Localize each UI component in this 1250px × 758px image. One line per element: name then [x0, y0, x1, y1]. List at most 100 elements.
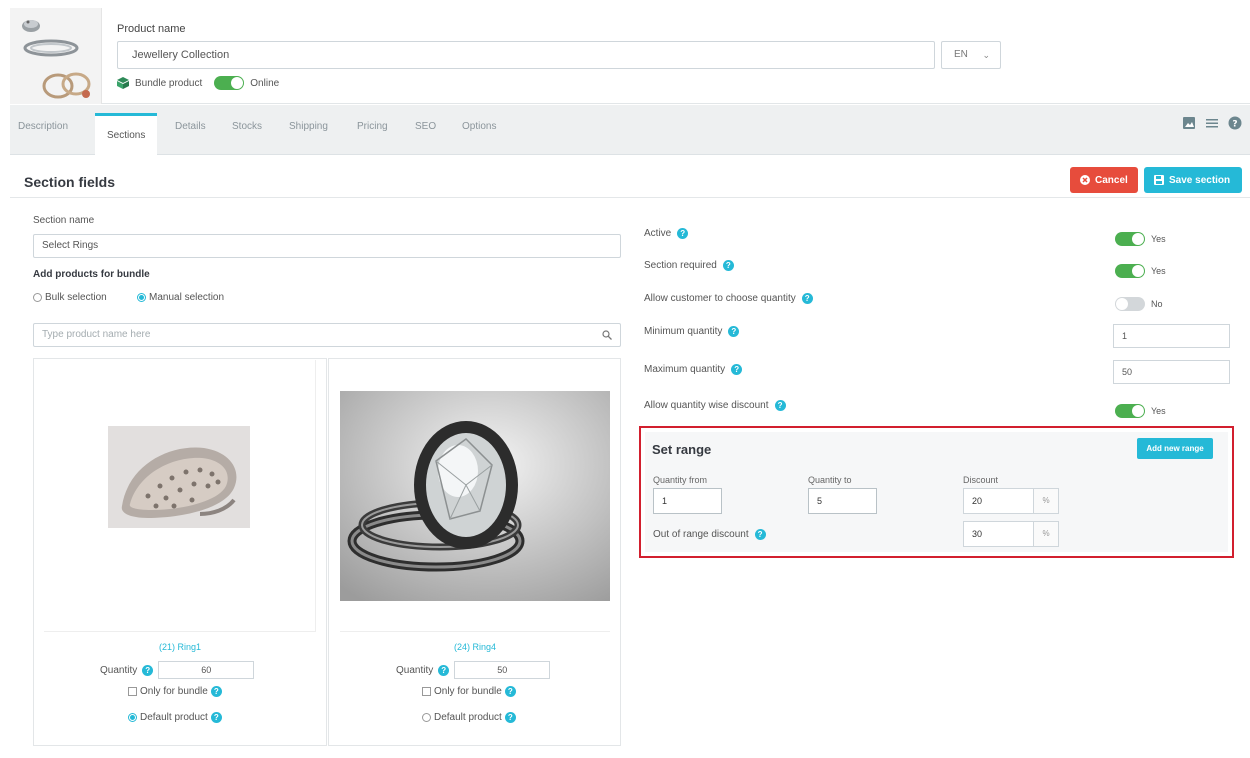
section-name-label: Section name: [33, 215, 95, 226]
help-icon[interactable]: ?: [438, 664, 450, 676]
image-icon[interactable]: [1182, 116, 1196, 130]
thumbnail-1[interactable]: [20, 14, 42, 34]
percent-addon: %: [1034, 489, 1058, 513]
active-value: Yes: [1151, 234, 1166, 244]
product-link[interactable]: (21) Ring1: [44, 642, 316, 652]
product-search-input[interactable]: Type product name here: [33, 323, 621, 347]
choose-quantity-value: No: [1151, 299, 1163, 309]
bulk-selection-radio[interactable]: Bulk selection: [33, 292, 107, 303]
tab-pricing[interactable]: Pricing: [357, 121, 388, 132]
help-icon[interactable]: ?: [677, 228, 689, 239]
save-section-button[interactable]: Save section: [1144, 167, 1242, 193]
help-icon[interactable]: ?: [210, 686, 222, 697]
thumbnail-3[interactable]: [40, 68, 96, 102]
bundle-icon: [117, 77, 129, 89]
tab-description[interactable]: Description: [18, 121, 68, 132]
quantity-input[interactable]: 60: [158, 661, 255, 679]
list-icon[interactable]: [1205, 116, 1219, 130]
save-icon: [1154, 175, 1164, 185]
help-icon[interactable]: ?: [722, 260, 734, 271]
quantity-discount-toggle-row: Yes: [1115, 404, 1166, 418]
default-product-radio[interactable]: Default product ?: [422, 712, 516, 723]
help-icon[interactable]: ?: [210, 712, 222, 723]
section-name-input[interactable]: Select Rings: [33, 234, 621, 258]
product-type-row: Bundle product Online: [117, 74, 279, 92]
out-of-range-input[interactable]: 30 %: [963, 521, 1059, 547]
tab-shipping[interactable]: Shipping: [289, 121, 328, 132]
percent-addon: %: [1034, 522, 1058, 546]
active-toggle-row: Yes: [1115, 232, 1166, 246]
help-circle-icon[interactable]: ?: [1228, 116, 1242, 130]
section-required-label: Section required: [644, 260, 717, 271]
help-icon[interactable]: ?: [801, 293, 813, 304]
help-icon[interactable]: ?: [504, 686, 516, 697]
online-label: Online: [250, 77, 280, 89]
only-bundle-label: Only for bundle: [434, 686, 502, 697]
only-bundle-checkbox[interactable]: Only for bundle ?: [422, 686, 516, 697]
only-bundle-label: Only for bundle: [140, 686, 208, 697]
radio-dot: [33, 293, 42, 302]
tab-options[interactable]: Options: [462, 121, 496, 132]
product-name-label: Product name: [117, 23, 186, 35]
quantity-label: Quantity: [396, 664, 434, 676]
choose-quantity-toggle[interactable]: [1115, 297, 1145, 311]
only-bundle-checkbox[interactable]: Only for bundle ?: [128, 686, 222, 697]
default-product-radio[interactable]: Default product ?: [128, 712, 222, 723]
quantity-discount-value: Yes: [1151, 406, 1166, 416]
radio-dot: [422, 713, 431, 722]
tab-sections[interactable]: Sections: [95, 113, 158, 156]
section-required-value: Yes: [1151, 266, 1166, 276]
product-thumbnails: [10, 8, 102, 104]
section-required-toggle[interactable]: [1115, 264, 1145, 278]
max-quantity-input[interactable]: 50: [1113, 360, 1230, 384]
quantity-label: Quantity: [100, 664, 138, 676]
tab-seo[interactable]: SEO: [415, 121, 436, 132]
tab-details[interactable]: Details: [175, 121, 206, 132]
quantity-from-input[interactable]: 1: [653, 488, 722, 514]
save-label: Save section: [1169, 174, 1231, 186]
product-image-ring4[interactable]: [340, 391, 610, 601]
quantity-to-input[interactable]: 5: [808, 488, 877, 514]
radio-dot: [128, 713, 137, 722]
online-toggle[interactable]: [214, 76, 245, 90]
language-value: EN: [954, 49, 968, 60]
thumbnail-2[interactable]: [22, 38, 80, 58]
chevron-down-icon: ⌄: [982, 50, 990, 60]
tab-stocks[interactable]: Stocks: [232, 121, 262, 132]
discount-label: Discount: [963, 475, 999, 485]
min-quantity-row: Minimum quantity ?: [644, 326, 740, 337]
cancel-label: Cancel: [1095, 174, 1128, 186]
out-of-range-value: 30: [964, 522, 1034, 546]
quantity-discount-toggle[interactable]: [1115, 404, 1145, 418]
active-toggle[interactable]: [1115, 232, 1145, 246]
search-icon: [602, 330, 612, 340]
quantity-discount-label: Allow quantity wise discount: [644, 400, 769, 411]
product-link[interactable]: (24) Ring4: [340, 642, 610, 652]
radio-dot: [137, 293, 146, 302]
discount-value: 20: [964, 489, 1034, 513]
quantity-input[interactable]: 50: [454, 661, 551, 679]
cancel-button[interactable]: Cancel: [1070, 167, 1138, 193]
product-name-input[interactable]: Jewellery Collection: [117, 41, 935, 69]
min-quantity-input[interactable]: 1: [1113, 324, 1230, 348]
out-of-range-row: Out of range discount ?: [653, 529, 766, 540]
section-header: [10, 166, 1250, 198]
max-quantity-row: Maximum quantity ?: [644, 364, 743, 375]
language-select[interactable]: EN ⌄: [941, 41, 1001, 69]
discount-input[interactable]: 20 %: [963, 488, 1059, 514]
add-new-range-button[interactable]: Add new range: [1137, 438, 1213, 459]
manual-selection-radio[interactable]: Manual selection: [137, 292, 224, 303]
product-image-ring1[interactable]: [108, 426, 250, 528]
help-icon[interactable]: ?: [754, 529, 766, 540]
active-label-row: Active ?: [644, 228, 689, 239]
help-icon[interactable]: ?: [142, 664, 154, 676]
help-icon[interactable]: ?: [728, 326, 740, 337]
set-range-title: Set range: [652, 442, 712, 457]
quantity-discount-row: Allow quantity wise discount ?: [644, 400, 786, 411]
product-image-frame: [340, 360, 610, 632]
help-icon[interactable]: ?: [504, 712, 516, 723]
help-icon[interactable]: ?: [731, 364, 743, 375]
choose-quantity-label: Allow customer to choose quantity: [644, 293, 796, 304]
help-icon[interactable]: ?: [774, 400, 786, 411]
manual-selection-label: Manual selection: [149, 292, 225, 303]
